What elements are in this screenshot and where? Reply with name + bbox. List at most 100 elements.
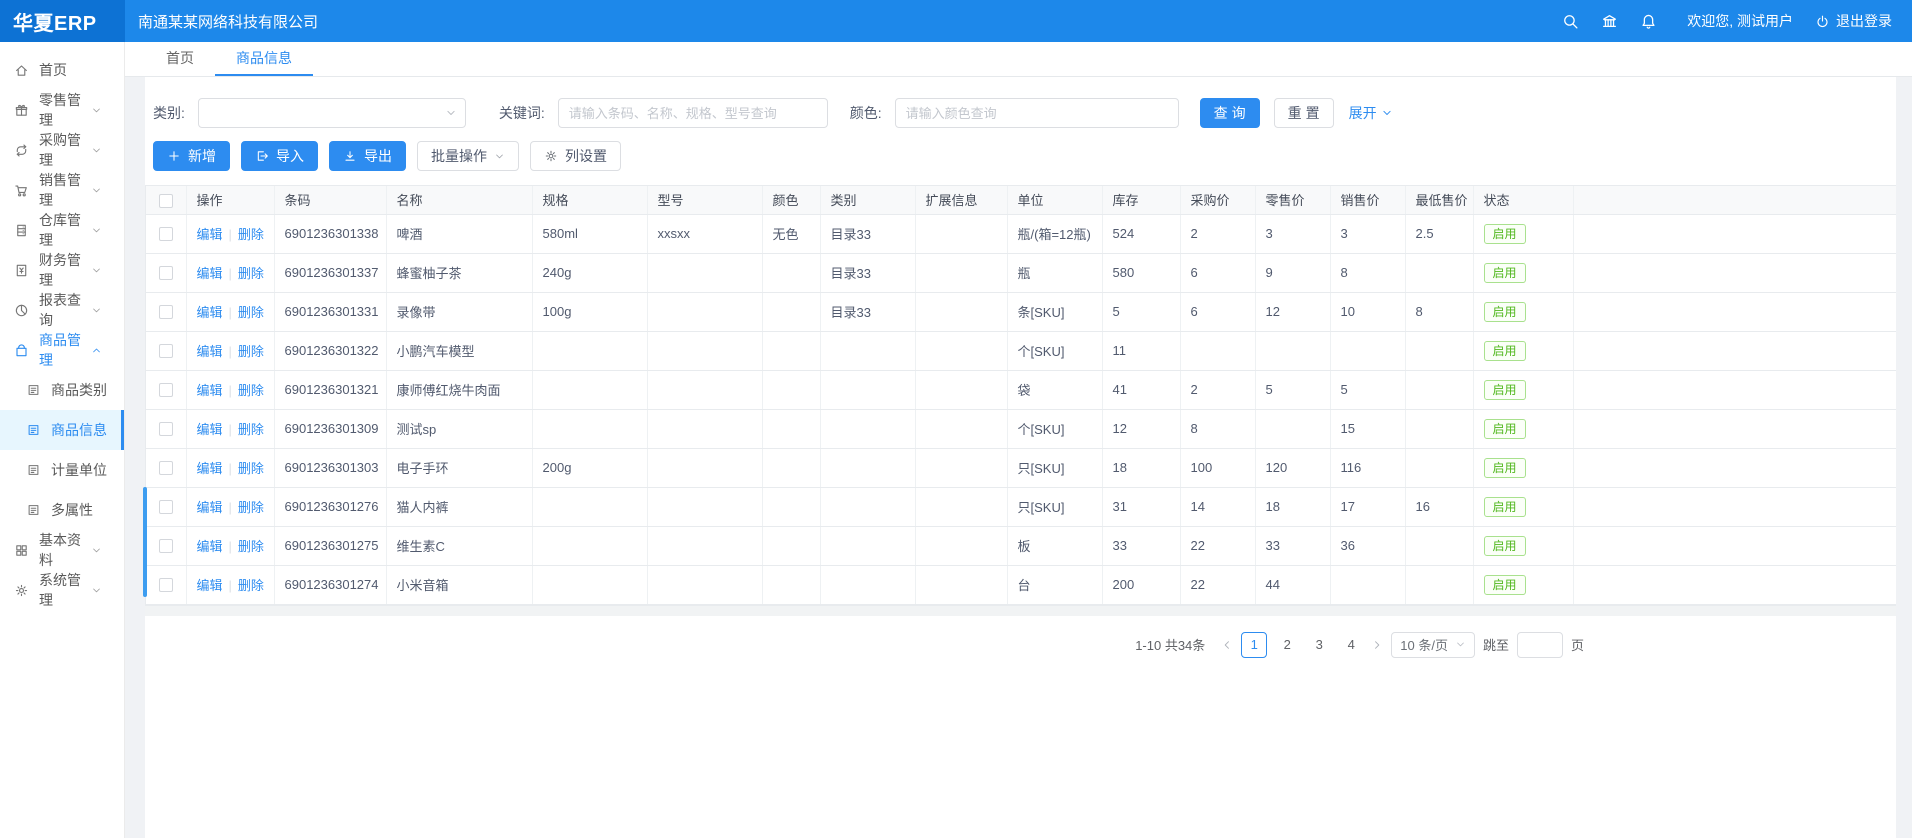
add-button[interactable]: 新增 [153, 141, 230, 171]
delete-link[interactable]: 删除 [238, 383, 264, 398]
sidebar-item-attributes[interactable]: 多属性 [0, 490, 124, 530]
sale-cell: 17 [1330, 487, 1405, 526]
edit-link[interactable]: 编辑 [197, 461, 223, 476]
row-checkbox[interactable] [159, 266, 173, 280]
checkbox-cell [146, 565, 186, 604]
category-select[interactable] [198, 98, 466, 128]
table-row: 编辑|删除6901236301276猫人内裤只[SKU]3114181716启用 [146, 487, 1896, 526]
horizontal-scrollbar[interactable] [145, 606, 1896, 616]
select-all-checkbox[interactable] [159, 194, 173, 208]
row-checkbox[interactable] [159, 383, 173, 397]
sidebar-item-warehouse[interactable]: 仓库管理 [0, 210, 124, 250]
batch-operation-button[interactable]: 批量操作 [417, 141, 519, 171]
sidebar-item-label: 零售管理 [39, 90, 89, 130]
sidebar-item-units[interactable]: 计量单位 [0, 450, 124, 490]
sidebar-item-basic-data[interactable]: 基本资料 [0, 530, 124, 570]
color-input[interactable] [895, 98, 1179, 128]
row-checkbox[interactable] [159, 227, 173, 241]
reset-button[interactable]: 重置 [1274, 98, 1334, 128]
sidebar-item-home[interactable]: 首页 [0, 50, 124, 90]
column-header: 条码 [274, 186, 386, 214]
link-separator: | [229, 461, 232, 476]
vertical-scrollbar-thumb[interactable] [143, 487, 147, 597]
chevron-down-icon [1455, 639, 1466, 650]
prev-page-button[interactable] [1221, 639, 1233, 651]
delete-link[interactable]: 删除 [238, 578, 264, 593]
retail-cell: 18 [1255, 487, 1330, 526]
import-button[interactable]: 导入 [241, 141, 318, 171]
page-button-2[interactable]: 2 [1275, 632, 1299, 658]
search-icon[interactable] [1562, 13, 1579, 30]
row-checkbox[interactable] [159, 344, 173, 358]
sync-icon [14, 143, 29, 158]
notification-icon[interactable] [1640, 13, 1657, 30]
edit-link[interactable]: 编辑 [197, 227, 223, 242]
stock-cell: 200 [1102, 565, 1180, 604]
jump-page-input[interactable] [1517, 632, 1563, 658]
barcode-cell: 6901236301274 [274, 565, 386, 604]
row-checkbox[interactable] [159, 578, 173, 592]
sidebar-item-retail[interactable]: 零售管理 [0, 90, 124, 130]
purchase-cell: 2 [1180, 214, 1255, 253]
edit-link[interactable]: 编辑 [197, 305, 223, 320]
export-label: 导出 [364, 146, 392, 166]
export-button[interactable]: 导出 [329, 141, 406, 171]
column-header: 扩展信息 [915, 186, 1007, 214]
expand-link[interactable]: 展开 [1349, 103, 1393, 123]
row-checkbox[interactable] [159, 500, 173, 514]
edit-link[interactable]: 编辑 [197, 266, 223, 281]
sidebar-item-reports[interactable]: 报表查询 [0, 290, 124, 330]
delete-link[interactable]: 删除 [238, 500, 264, 515]
edit-link[interactable]: 编辑 [197, 578, 223, 593]
tab-home[interactable]: 首页 [145, 42, 215, 76]
delete-link[interactable]: 删除 [238, 227, 264, 242]
operations-cell: 编辑|删除 [186, 487, 274, 526]
delete-link[interactable]: 删除 [238, 461, 264, 476]
model-cell [647, 331, 762, 370]
column-header: 库存 [1102, 186, 1180, 214]
sidebar-item-goods-category[interactable]: 商品类别 [0, 370, 124, 410]
sidebar-item-goods[interactable]: 商品管理 [0, 330, 124, 370]
page-button-4[interactable]: 4 [1339, 632, 1363, 658]
stock-cell: 41 [1102, 370, 1180, 409]
row-checkbox[interactable] [159, 461, 173, 475]
stock-cell: 12 [1102, 409, 1180, 448]
row-checkbox[interactable] [159, 422, 173, 436]
sidebar-item-system[interactable]: 系统管理 [0, 570, 124, 610]
row-checkbox[interactable] [159, 539, 173, 553]
edit-link[interactable]: 编辑 [197, 383, 223, 398]
sidebar-item-purchase[interactable]: 采购管理 [0, 130, 124, 170]
welcome-text: 欢迎您, 测试用户 [1687, 11, 1793, 31]
sidebar-item-finance[interactable]: 财务管理 [0, 250, 124, 290]
sale-cell: 116 [1330, 448, 1405, 487]
edit-link[interactable]: 编辑 [197, 500, 223, 515]
column-settings-button[interactable]: 列设置 [530, 141, 621, 171]
row-checkbox[interactable] [159, 305, 173, 319]
search-button[interactable]: 查询 [1200, 98, 1260, 128]
tab-goods-info[interactable]: 商品信息 [215, 42, 313, 76]
page-size-select[interactable]: 10 条/页 [1391, 632, 1475, 658]
sidebar-item-sales[interactable]: 销售管理 [0, 170, 124, 210]
next-page-button[interactable] [1371, 639, 1383, 651]
delete-link[interactable]: 删除 [238, 344, 264, 359]
delete-link[interactable]: 删除 [238, 266, 264, 281]
keyword-input[interactable] [558, 98, 828, 128]
edit-link[interactable]: 编辑 [197, 539, 223, 554]
retail-cell: 120 [1255, 448, 1330, 487]
delete-link[interactable]: 删除 [238, 305, 264, 320]
page-button-3[interactable]: 3 [1307, 632, 1331, 658]
platform-icon[interactable] [1601, 13, 1618, 30]
ext-cell [915, 565, 1007, 604]
page-button-1[interactable]: 1 [1241, 632, 1267, 658]
edit-link[interactable]: 编辑 [197, 422, 223, 437]
column-header: 销售价 [1330, 186, 1405, 214]
spec-cell: 580ml [532, 214, 647, 253]
delete-link[interactable]: 删除 [238, 539, 264, 554]
delete-link[interactable]: 删除 [238, 422, 264, 437]
gift-icon [14, 103, 29, 118]
column-header: 类别 [820, 186, 915, 214]
logout-button[interactable]: 退出登录 [1815, 11, 1892, 31]
checkbox-cell [146, 214, 186, 253]
edit-link[interactable]: 编辑 [197, 344, 223, 359]
sidebar-item-goods-info[interactable]: 商品信息 [0, 410, 124, 450]
